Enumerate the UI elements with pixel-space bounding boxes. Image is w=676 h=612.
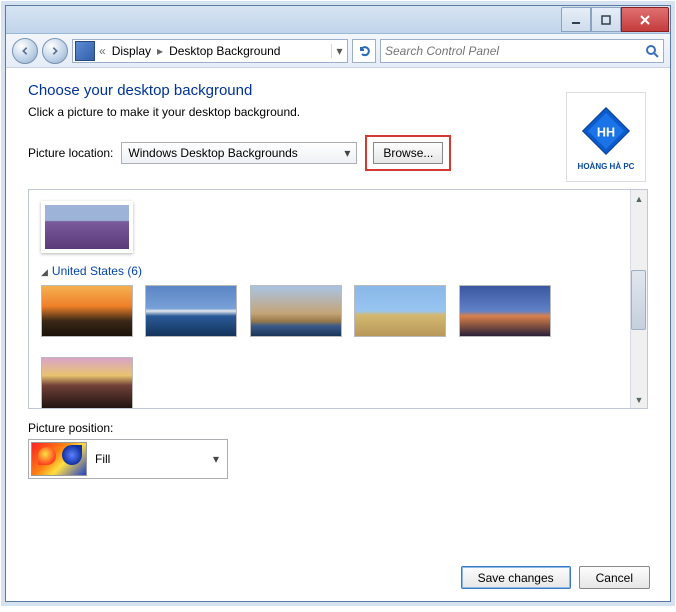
- wallpaper-thumb[interactable]: [41, 285, 133, 337]
- scrollbar[interactable]: ▲ ▼: [630, 190, 647, 408]
- group-count: (6): [127, 264, 142, 278]
- breadcrumb-display[interactable]: Display: [108, 44, 155, 58]
- picture-position-label: Picture position:: [28, 421, 648, 435]
- picture-location-row: Picture location: Windows Desktop Backgr…: [28, 135, 648, 171]
- control-panel-icon: [75, 41, 95, 61]
- page-subtitle: Click a picture to make it your desktop …: [28, 105, 648, 119]
- wallpaper-thumb[interactable]: [41, 357, 133, 409]
- search-icon: [645, 44, 659, 58]
- close-button[interactable]: [621, 7, 669, 32]
- breadcrumb-desktop-background[interactable]: Desktop Background: [165, 44, 284, 58]
- search-input[interactable]: [385, 44, 645, 58]
- save-changes-button[interactable]: Save changes: [461, 566, 571, 589]
- wallpaper-thumb[interactable]: [459, 285, 551, 337]
- group-name: United States: [52, 264, 124, 278]
- brand-logo: HH HOÀNG HÀ PC: [566, 92, 646, 182]
- titlebar: [6, 6, 670, 34]
- address-dropdown[interactable]: ▾: [331, 44, 347, 58]
- address-bar[interactable]: « Display ▸ Desktop Background ▾: [72, 39, 348, 63]
- browse-button[interactable]: Browse...: [373, 142, 443, 164]
- chevron-right-icon: ▸: [155, 44, 165, 58]
- scroll-down-icon[interactable]: ▼: [631, 391, 647, 408]
- wallpaper-thumb[interactable]: [250, 285, 342, 337]
- browse-highlight: Browse...: [365, 135, 451, 171]
- picture-location-label: Picture location:: [28, 146, 113, 160]
- page-title: Choose your desktop background: [28, 82, 648, 99]
- position-preview-icon: [31, 442, 87, 476]
- breadcrumb-overflow[interactable]: «: [97, 44, 108, 58]
- group-header[interactable]: ◢ United States (6): [41, 264, 635, 278]
- search-box[interactable]: [380, 39, 664, 63]
- forward-button[interactable]: [42, 38, 68, 64]
- scroll-thumb[interactable]: [631, 270, 646, 330]
- svg-text:HH: HH: [597, 125, 615, 139]
- footer-buttons: Save changes Cancel: [461, 566, 650, 589]
- collapse-icon: ◢: [41, 267, 48, 277]
- picture-position-select[interactable]: Fill: [28, 439, 228, 479]
- brand-text: HOÀNG HÀ PC: [578, 162, 635, 171]
- control-panel-window: « Display ▸ Desktop Background ▾ Choose …: [5, 5, 671, 602]
- wallpaper-thumb[interactable]: [354, 285, 446, 337]
- refresh-button[interactable]: [352, 39, 376, 63]
- back-button[interactable]: [12, 38, 38, 64]
- wallpaper-thumb[interactable]: [41, 201, 133, 253]
- scroll-up-icon[interactable]: ▲: [631, 190, 647, 207]
- navbar: « Display ▸ Desktop Background ▾: [6, 34, 670, 68]
- maximize-button[interactable]: [591, 7, 621, 32]
- wallpaper-thumb[interactable]: [145, 285, 237, 337]
- position-value: Fill: [95, 452, 110, 466]
- wallpaper-gallery: ◢ United States (6) ▲ ▼: [28, 189, 648, 409]
- minimize-button[interactable]: [561, 7, 591, 32]
- cancel-button[interactable]: Cancel: [579, 566, 650, 589]
- picture-location-select[interactable]: Windows Desktop Backgrounds: [121, 142, 357, 164]
- content-area: Choose your desktop background Click a p…: [6, 68, 670, 479]
